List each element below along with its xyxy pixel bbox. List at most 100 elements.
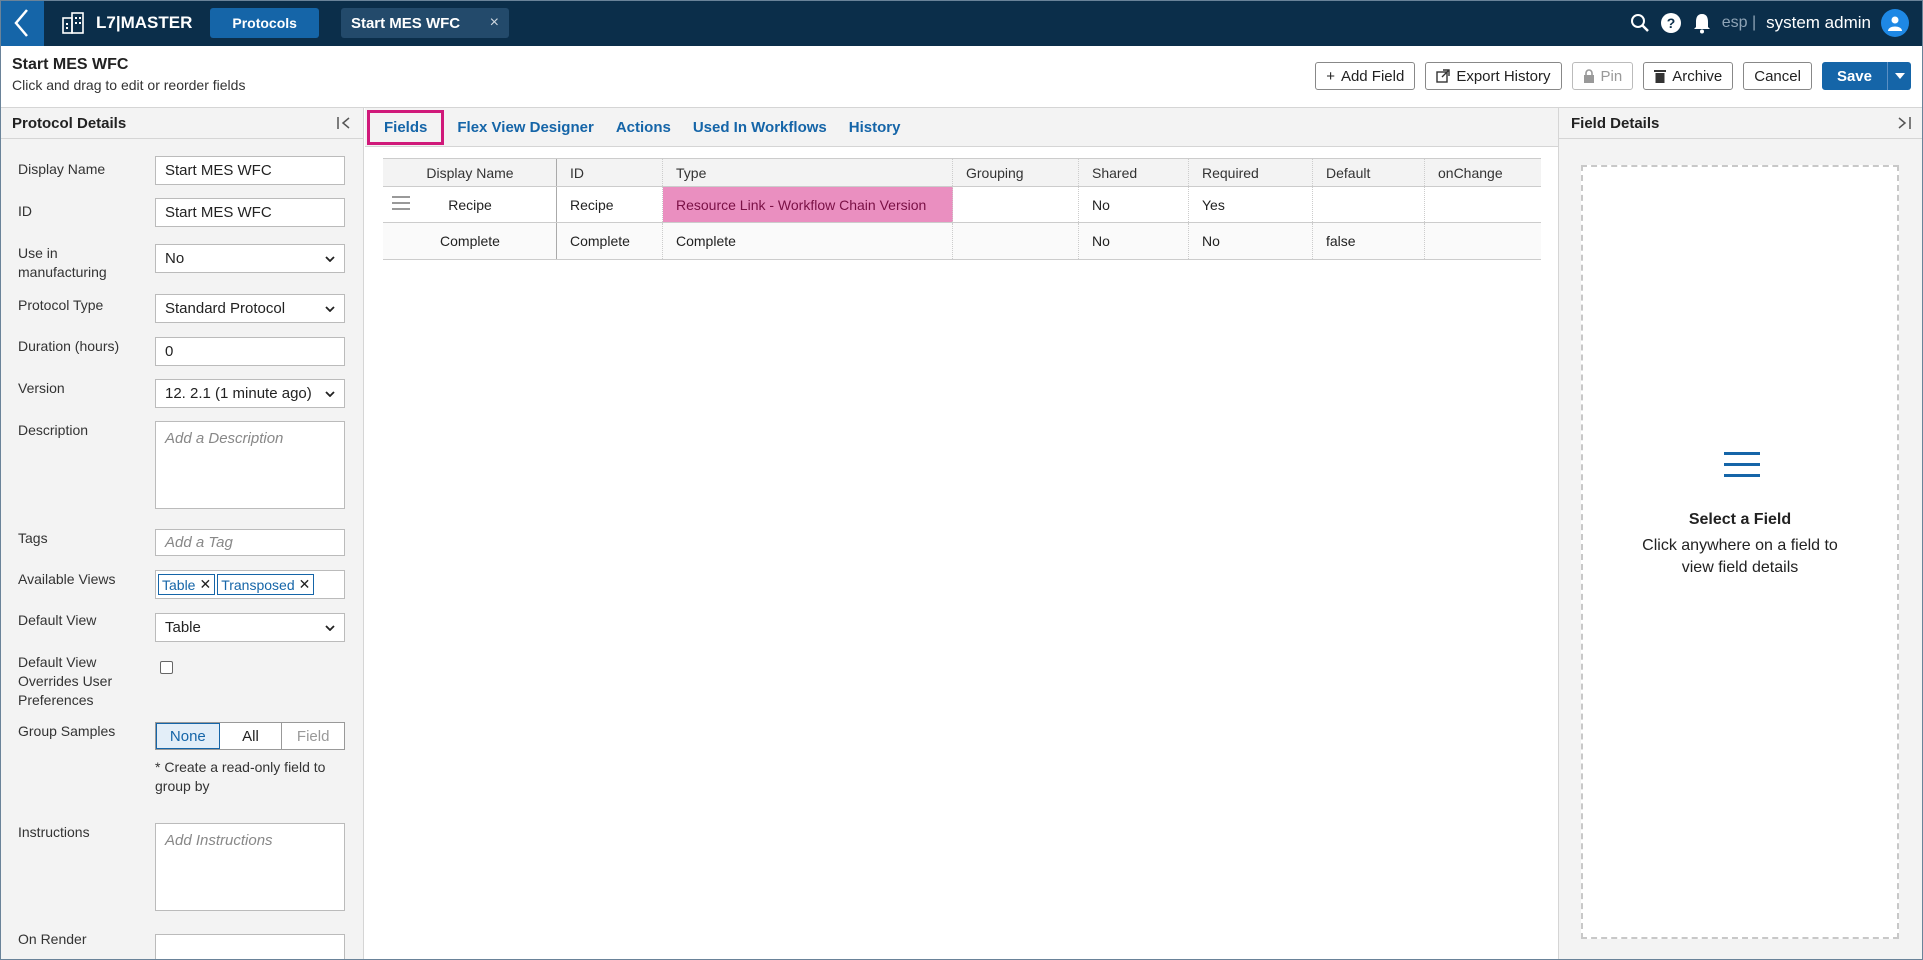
table-cell[interactable] xyxy=(953,187,1079,222)
collapse-right-icon[interactable] xyxy=(1897,116,1911,130)
add-field-label: Add Field xyxy=(1340,67,1405,85)
column-header[interactable]: Type xyxy=(663,159,953,186)
table-cell[interactable]: Complete xyxy=(383,223,557,259)
table-cell[interactable]: No xyxy=(1079,223,1189,259)
back-button[interactable] xyxy=(0,0,44,46)
description-label: Description xyxy=(18,422,89,438)
archive-label: Archive xyxy=(1672,67,1723,85)
column-header[interactable]: Grouping xyxy=(953,159,1079,186)
group-samples-label: Group Samples xyxy=(18,723,116,739)
id-label: ID xyxy=(18,203,32,219)
user-avatar-icon[interactable] xyxy=(1881,9,1909,37)
table-cell[interactable]: No xyxy=(1189,223,1313,259)
save-options-dropdown[interactable] xyxy=(1887,62,1911,90)
group-field-option[interactable]: Field xyxy=(282,723,344,749)
export-history-button[interactable]: Export History xyxy=(1425,62,1562,90)
duration-input[interactable]: 0 xyxy=(155,337,345,366)
table-header-row: Display Name ID Type Grouping Shared Req… xyxy=(383,159,1541,187)
table-cell[interactable]: Yes xyxy=(1189,187,1313,222)
table-cell[interactable]: Recipe xyxy=(557,187,663,222)
tab-flex-view-designer[interactable]: Flex View Designer xyxy=(448,110,602,145)
column-header[interactable]: Required xyxy=(1189,159,1313,186)
empty-state-text: Click anywhere on a field to view field … xyxy=(1642,537,1838,576)
table-row[interactable]: Recipe Recipe Resource Link - Workflow C… xyxy=(383,187,1541,223)
add-field-button[interactable]: + Add Field xyxy=(1315,62,1416,90)
remove-chip-icon[interactable]: ✕ xyxy=(199,576,211,593)
display-name-label: Display Name xyxy=(18,161,106,177)
help-icon[interactable]: ? xyxy=(1660,12,1682,34)
table-cell[interactable]: Recipe xyxy=(383,187,557,222)
open-document-tab[interactable]: Start MES WFC × xyxy=(340,8,509,38)
pin-label: Pin xyxy=(1600,67,1623,85)
tab-bar: Fields Flex View Designer Actions Used I… xyxy=(365,108,1558,147)
tab-fields[interactable]: Fields xyxy=(367,109,445,145)
chevron-down-icon xyxy=(325,255,335,262)
instructions-textarea[interactable]: Add Instructions xyxy=(155,823,345,911)
display-name-input[interactable]: Start MES WFC xyxy=(155,156,345,185)
default-view-select[interactable]: Table xyxy=(155,613,345,642)
default-view-overrides-label: Default View Overrides User Preferences xyxy=(18,654,113,708)
default-view-overrides-checkbox[interactable] xyxy=(160,661,173,674)
nav-tab-protocols[interactable]: Protocols xyxy=(210,8,319,38)
brand-logo-text: L7|MASTER xyxy=(96,13,193,32)
field-details-empty-state: Select a Field Click anywhere on a field… xyxy=(1581,165,1899,939)
chevron-down-icon xyxy=(325,305,335,312)
on-render-label: On Render xyxy=(18,931,87,947)
protocol-type-label: Protocol Type xyxy=(18,297,104,313)
table-cell[interactable]: No xyxy=(1079,187,1189,222)
on-render-editor[interactable] xyxy=(155,934,345,960)
external-link-icon xyxy=(1436,69,1451,83)
table-cell[interactable] xyxy=(1313,187,1425,222)
lock-icon xyxy=(1583,69,1594,83)
id-input[interactable]: Start MES WFC xyxy=(155,198,345,227)
tags-label: Tags xyxy=(18,530,48,546)
search-icon[interactable] xyxy=(1630,13,1650,33)
duration-label: Duration (hours) xyxy=(18,338,120,354)
table-cell[interactable]: Resource Link - Workflow Chain Version xyxy=(663,187,953,222)
group-samples-note: * Create a read-only field to group by xyxy=(155,759,326,794)
drag-handle-icon[interactable] xyxy=(392,196,410,214)
version-value: 12. 2.1 (1 minute ago) xyxy=(165,385,312,402)
plus-icon: + xyxy=(1326,67,1335,85)
tags-input[interactable]: Add a Tag xyxy=(155,529,345,556)
column-header[interactable]: onChange xyxy=(1425,159,1541,186)
available-views-label: Available Views xyxy=(18,571,116,587)
bell-icon[interactable] xyxy=(1692,12,1712,34)
table-cell[interactable] xyxy=(1425,223,1541,259)
tab-actions[interactable]: Actions xyxy=(607,110,680,145)
protocol-type-select[interactable]: Standard Protocol xyxy=(155,294,345,323)
user-name[interactable]: system admin xyxy=(1766,13,1871,33)
column-header[interactable]: Display Name xyxy=(383,159,557,186)
save-button[interactable]: Save xyxy=(1821,62,1887,90)
column-header[interactable]: ID xyxy=(557,159,663,186)
table-cell[interactable]: false xyxy=(1313,223,1425,259)
view-chip-table: Table ✕ xyxy=(158,574,216,595)
page-subtitle: Click and drag to edit or reorder fields xyxy=(12,77,246,93)
chevron-down-icon xyxy=(325,624,335,631)
group-all-option[interactable]: All xyxy=(220,723,283,749)
column-header[interactable]: Shared xyxy=(1079,159,1189,186)
cancel-button[interactable]: Cancel xyxy=(1743,62,1812,90)
group-samples-toggle: None All Field xyxy=(155,722,345,750)
table-cell[interactable] xyxy=(953,223,1079,259)
column-header[interactable]: Default xyxy=(1313,159,1425,186)
remove-chip-icon[interactable]: ✕ xyxy=(299,576,311,593)
table-cell[interactable] xyxy=(1425,187,1541,222)
tab-used-in-workflows[interactable]: Used In Workflows xyxy=(684,110,836,145)
empty-state-title: Select a Field xyxy=(1688,511,1792,528)
table-cell[interactable]: Complete xyxy=(663,223,953,259)
group-none-option[interactable]: None xyxy=(156,723,220,749)
close-tab-icon[interactable]: × xyxy=(490,14,499,32)
pin-button[interactable]: Pin xyxy=(1571,62,1634,90)
archive-button[interactable]: Archive xyxy=(1643,62,1734,90)
tab-history[interactable]: History xyxy=(840,110,910,145)
table-cell[interactable]: Complete xyxy=(557,223,663,259)
available-views-input[interactable]: Table ✕ Transposed ✕ xyxy=(155,570,345,599)
table-row[interactable]: Complete Complete Complete No No false xyxy=(383,223,1541,260)
version-select[interactable]: 12. 2.1 (1 minute ago) xyxy=(155,379,345,408)
collapse-left-icon[interactable] xyxy=(337,116,351,130)
use-in-manufacturing-label: Use in manufacturing xyxy=(18,245,107,280)
default-view-value: Table xyxy=(165,619,201,636)
description-textarea[interactable]: Add a Description xyxy=(155,421,345,509)
use-in-manufacturing-select[interactable]: No xyxy=(155,244,345,273)
